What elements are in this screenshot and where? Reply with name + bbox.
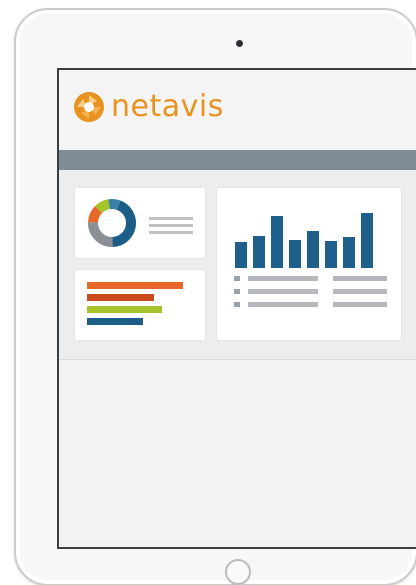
bar bbox=[307, 231, 319, 268]
bar bbox=[271, 216, 283, 268]
bar bbox=[361, 213, 373, 268]
donut-slice bbox=[88, 205, 103, 223]
horizontal-bar bbox=[87, 294, 154, 301]
bar bbox=[235, 242, 247, 268]
horizontal-bar bbox=[87, 282, 183, 289]
shutter-logo-icon bbox=[74, 92, 104, 122]
tablet-screen: netavis bbox=[57, 68, 416, 549]
bar bbox=[343, 237, 355, 268]
horizontal-bar-card bbox=[75, 270, 205, 340]
list-item bbox=[234, 301, 387, 307]
list-line bbox=[248, 301, 318, 307]
donut-slice bbox=[108, 199, 121, 210]
list-item bbox=[234, 275, 387, 281]
donut-slice bbox=[111, 200, 136, 247]
donut-slice bbox=[95, 199, 111, 214]
netavis-logo: netavis bbox=[73, 90, 224, 124]
list-bullet bbox=[234, 288, 240, 294]
list-item bbox=[234, 288, 387, 294]
bar-chart bbox=[235, 213, 373, 268]
bar-chart-card bbox=[217, 188, 401, 340]
list-bullet bbox=[234, 275, 240, 281]
donut-legend bbox=[149, 217, 193, 238]
list-line bbox=[248, 275, 318, 281]
bar bbox=[325, 241, 337, 268]
app-header: netavis bbox=[59, 70, 416, 150]
list-line bbox=[333, 301, 387, 307]
home-button[interactable] bbox=[225, 559, 251, 585]
bar bbox=[253, 236, 265, 268]
dashboard-panel bbox=[59, 170, 416, 360]
legend-line bbox=[149, 231, 193, 234]
legend-line bbox=[149, 217, 193, 220]
data-list bbox=[234, 275, 387, 314]
horizontal-bar bbox=[87, 318, 143, 325]
brand-name: netavis bbox=[111, 89, 224, 124]
bar bbox=[289, 240, 301, 268]
header-bar bbox=[59, 150, 416, 170]
donut-card bbox=[75, 188, 205, 258]
horizontal-bar bbox=[87, 306, 162, 313]
donut-chart bbox=[88, 199, 136, 247]
donut-slice bbox=[88, 222, 113, 247]
camera-icon bbox=[236, 40, 243, 47]
list-line bbox=[248, 288, 318, 294]
list-line bbox=[333, 275, 387, 281]
list-bullet bbox=[234, 301, 240, 307]
list-line bbox=[333, 288, 387, 294]
tablet-frame: netavis bbox=[14, 8, 416, 585]
legend-line bbox=[149, 224, 193, 227]
